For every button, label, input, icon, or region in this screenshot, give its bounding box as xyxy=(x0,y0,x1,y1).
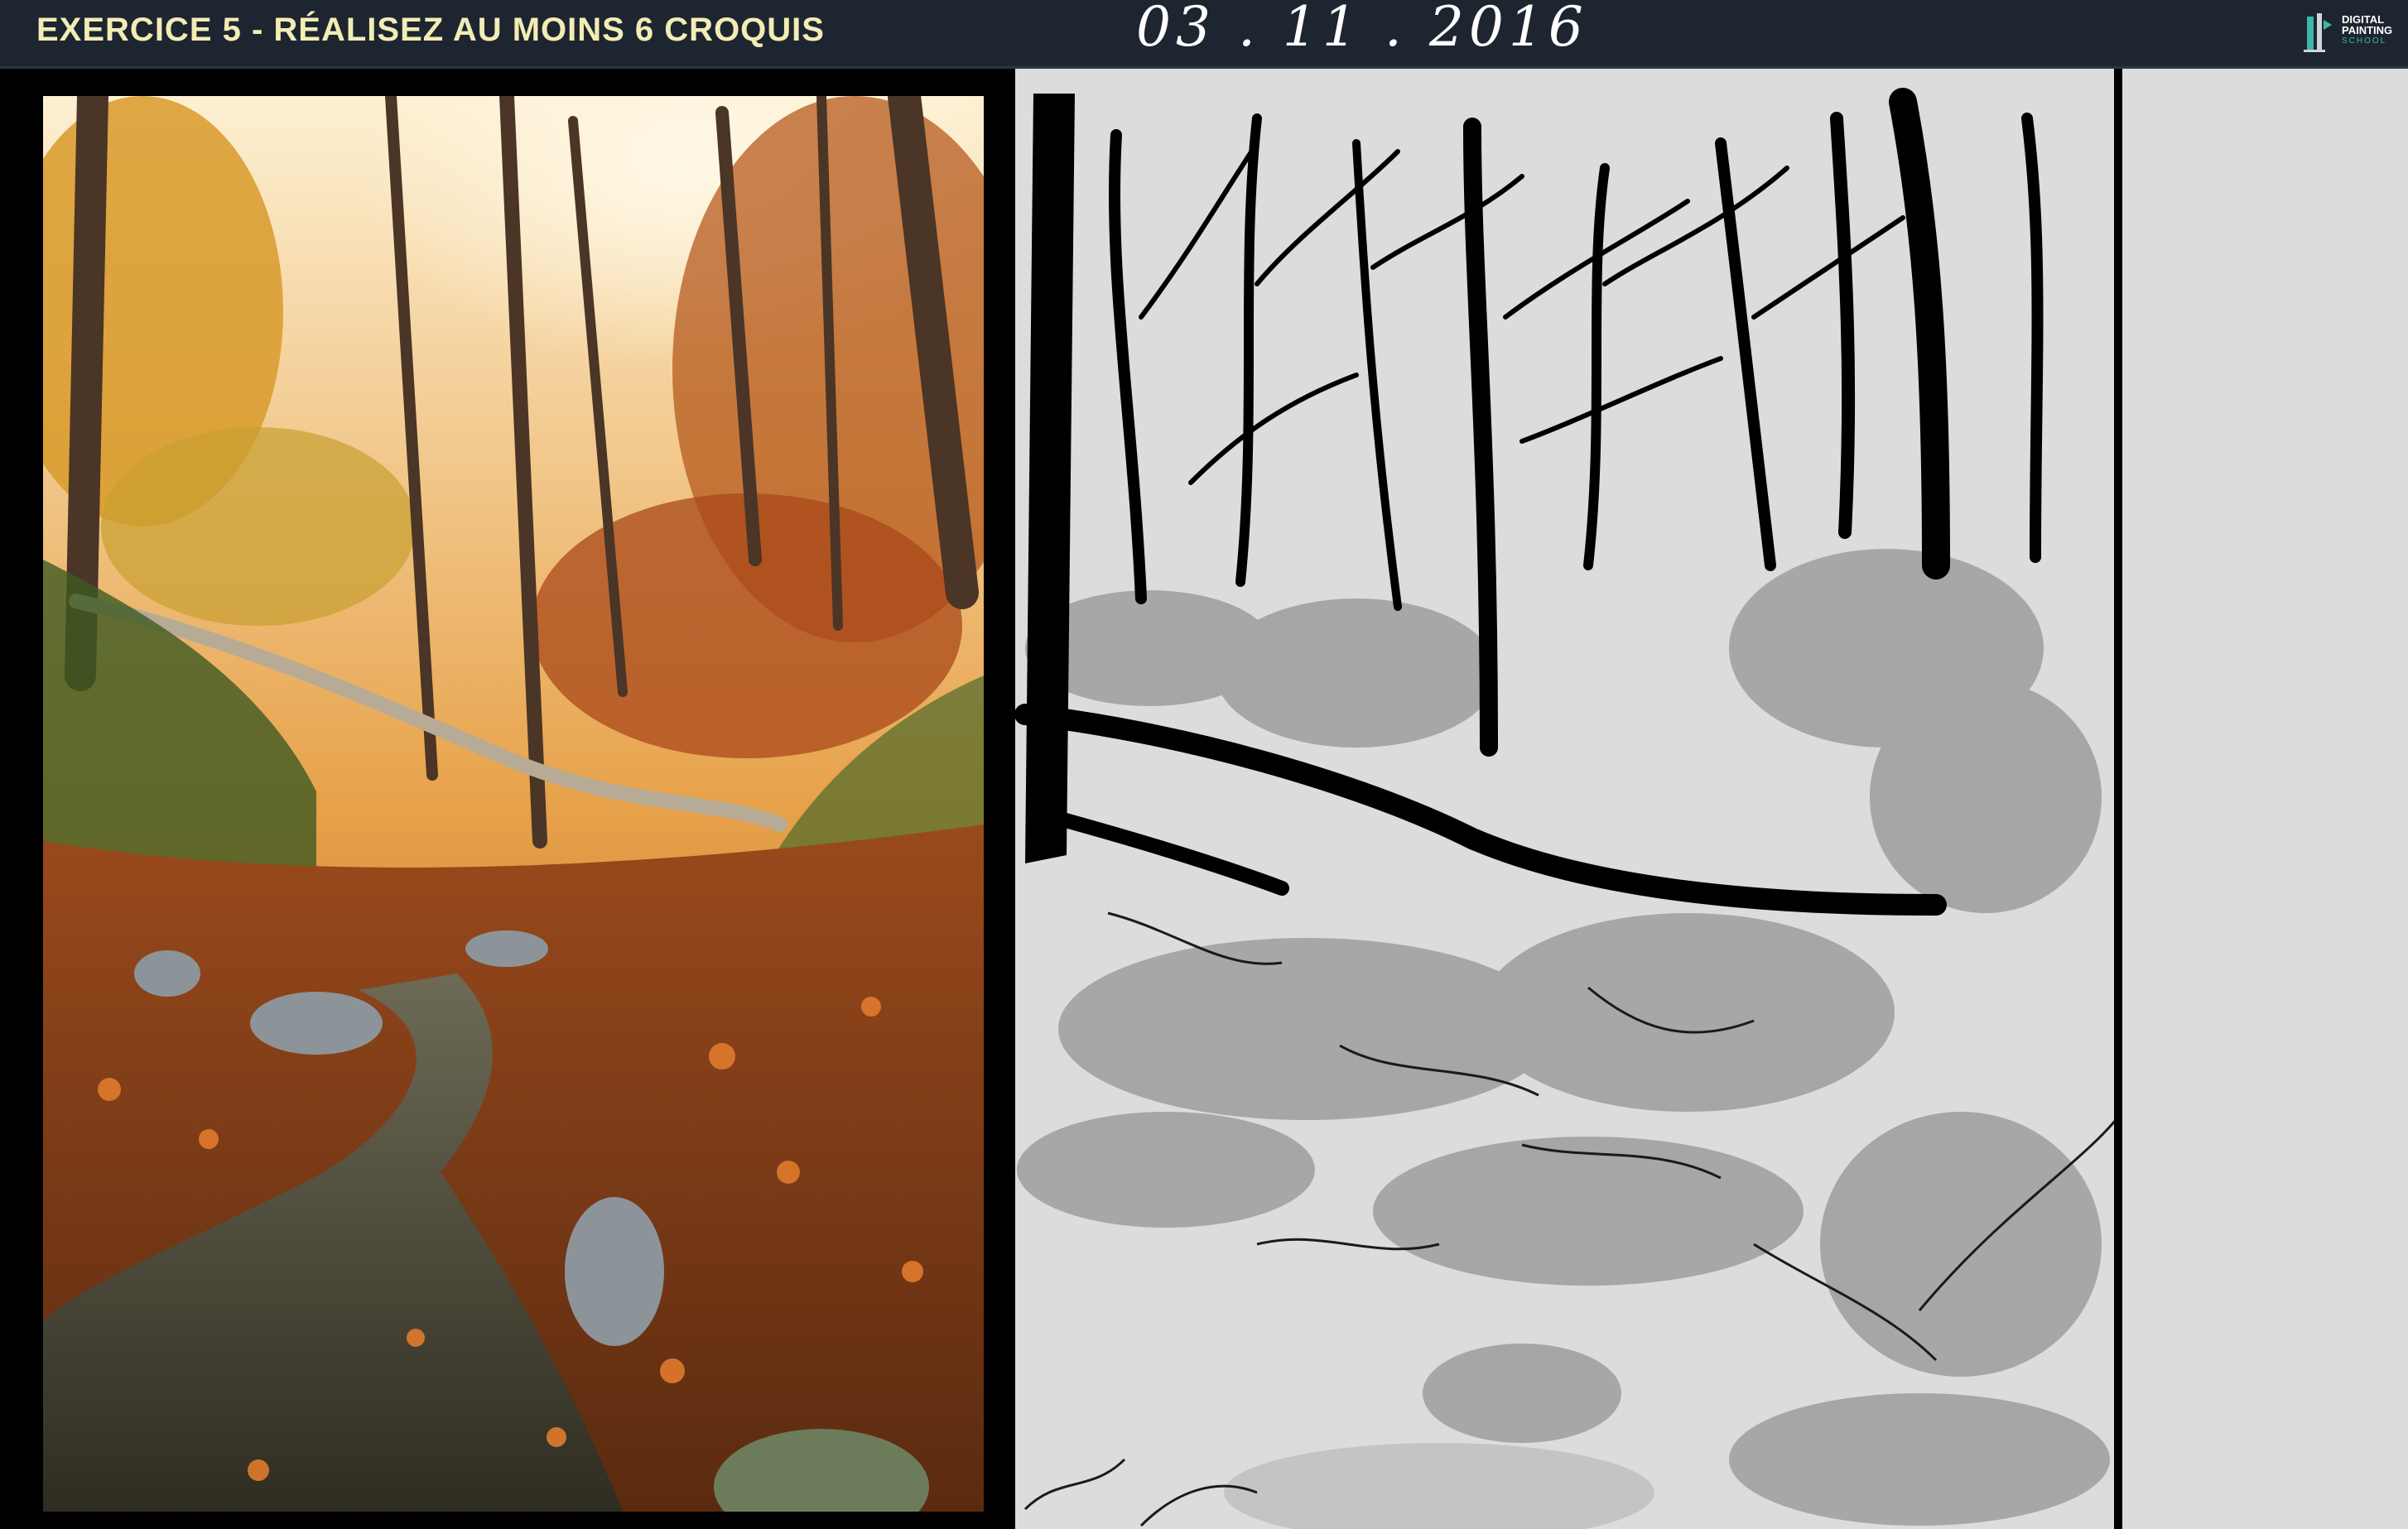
header-bar: EXERCICE 5 - RÉALISEZ AU MOINS 6 CROQUIS… xyxy=(0,0,2408,69)
empty-margin xyxy=(2122,69,2408,1529)
school-logo: DIGITAL PAINTING SCHOOL xyxy=(2300,12,2398,55)
autumn-forest-photo xyxy=(43,96,984,1512)
exercise-title: EXERCICE 5 - RÉALISEZ AU MOINS 6 CROQUIS xyxy=(36,12,825,48)
sketch-canvas xyxy=(1009,69,2122,1529)
reference-photo-panel xyxy=(0,69,1009,1529)
forest-sketch-drawing xyxy=(1009,69,2122,1529)
logo-line-school: SCHOOL xyxy=(2342,36,2387,46)
handwritten-date: 03 . 11 . 2016 xyxy=(1136,0,1588,59)
brush-logo-icon xyxy=(2304,13,2332,52)
logo-line-painting: PAINTING xyxy=(2342,24,2393,36)
